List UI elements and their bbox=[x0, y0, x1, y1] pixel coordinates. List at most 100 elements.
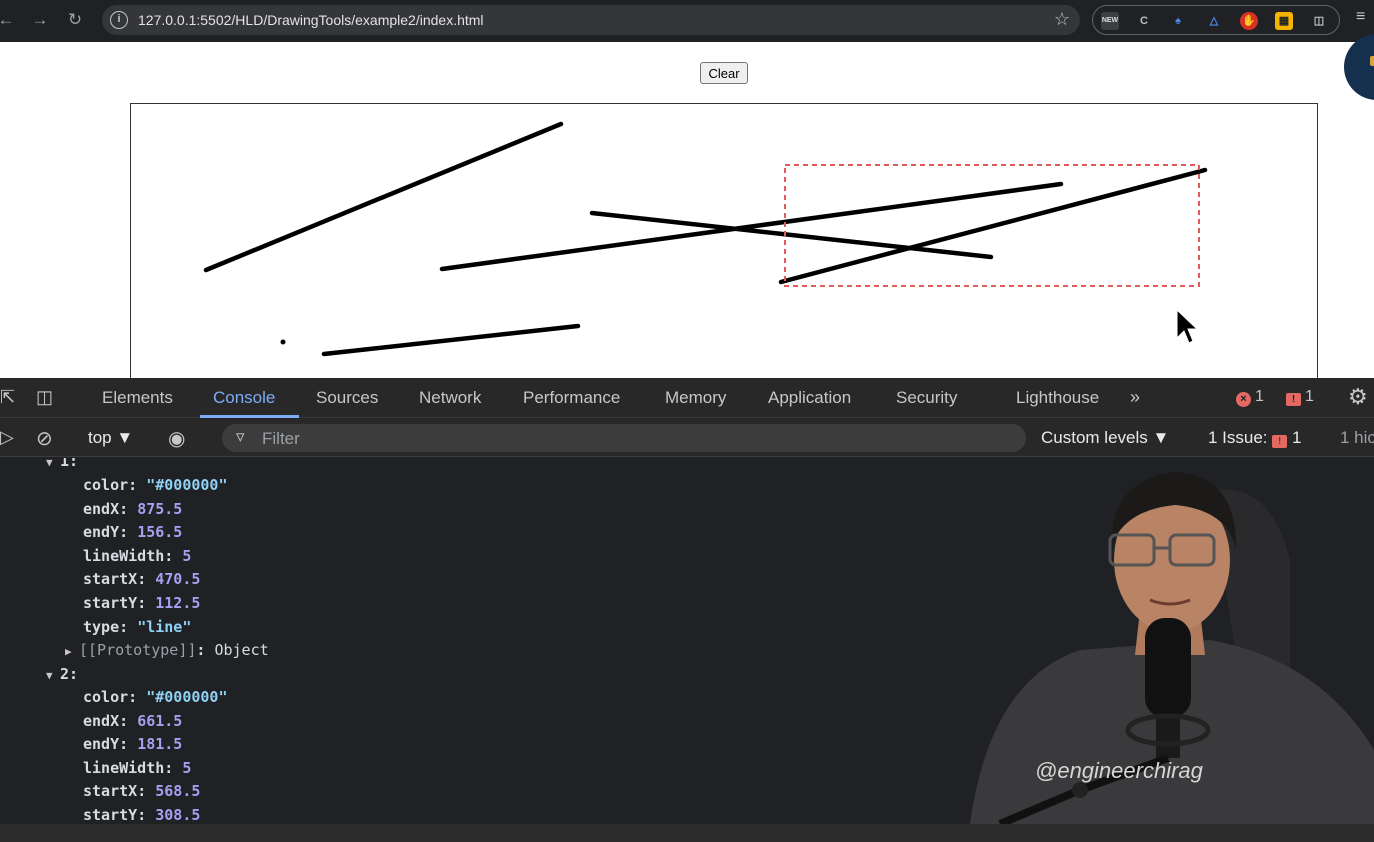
webcam-overlay: @engineerchirag bbox=[960, 450, 1374, 824]
extensions-area: NEW C ♠ △ ✋ ▦ ◫ bbox=[1092, 5, 1340, 35]
issue-counter[interactable]: ! 1 bbox=[1286, 388, 1314, 406]
expanded-triangle-icon[interactable]: ▼ bbox=[46, 458, 60, 469]
object-header[interactable]: ▼ 2: bbox=[46, 665, 78, 688]
web-page: Clear bbox=[0, 34, 1374, 393]
property-key: type bbox=[83, 618, 120, 636]
property-row: startX: 568.5 bbox=[83, 782, 201, 800]
property-key: startX bbox=[83, 570, 138, 588]
issues-count: 1 bbox=[1292, 428, 1302, 447]
issues-label: 1 Issue: bbox=[1208, 428, 1268, 447]
canvas-drawing bbox=[203, 121, 1208, 357]
settings-gear-icon[interactable]: ⚙ bbox=[1348, 384, 1368, 410]
expanded-triangle-icon[interactable]: ▼ bbox=[46, 669, 60, 682]
drawn-dot bbox=[280, 339, 286, 345]
browser-toolbar: ← → ↻ i 127.0.0.1:5502/HLD/DrawingTools/… bbox=[0, 0, 1374, 42]
property-key: endX bbox=[83, 500, 120, 518]
drawing-canvas[interactable] bbox=[130, 103, 1318, 393]
new-extension-icon[interactable]: NEW bbox=[1101, 12, 1119, 30]
property-key: startY bbox=[83, 594, 138, 612]
issue-flag-icon: ! bbox=[1286, 393, 1301, 406]
property-row: type: "line" bbox=[83, 618, 192, 636]
issue-count: 1 bbox=[1305, 388, 1314, 405]
hidden-count: 1 hic bbox=[1340, 428, 1374, 447]
tab-performance[interactable]: Performance bbox=[523, 388, 620, 408]
property-value: 308.5 bbox=[155, 806, 201, 824]
drawn-line bbox=[321, 323, 581, 357]
tab-network[interactable]: Network bbox=[419, 388, 481, 408]
bookmark-star-icon[interactable]: ☆ bbox=[1054, 9, 1070, 30]
property-row: endY: 181.5 bbox=[83, 735, 183, 753]
property-key: endY bbox=[83, 735, 120, 753]
property-value: "line" bbox=[137, 618, 192, 636]
tab-memory[interactable]: Memory bbox=[665, 388, 726, 408]
filter-icon: ▿ bbox=[236, 427, 245, 446]
menu-icon[interactable]: ≡ bbox=[1356, 8, 1365, 26]
hand-extension-icon[interactable]: ✋ bbox=[1240, 12, 1258, 30]
drawn-line bbox=[778, 167, 1208, 285]
filter-input[interactable]: ▿ Filter bbox=[222, 424, 1026, 452]
live-expression-eye-icon[interactable]: ◉ bbox=[168, 426, 185, 451]
property-row: color: "#000000" bbox=[83, 688, 228, 706]
property-row: startY: 112.5 bbox=[83, 594, 201, 612]
sidebar-toggle-icon[interactable]: ▷ bbox=[0, 427, 14, 448]
back-icon[interactable]: ← bbox=[0, 8, 18, 32]
property-value: 5 bbox=[182, 759, 192, 777]
tab-sources[interactable]: Sources bbox=[316, 388, 378, 408]
collapsed-triangle-icon[interactable]: ▶ bbox=[65, 645, 79, 658]
drive-extension-icon[interactable]: △ bbox=[1205, 12, 1223, 30]
tab-security[interactable]: Security bbox=[896, 388, 957, 408]
property-value: "#000000" bbox=[146, 476, 228, 494]
tab-elements[interactable]: Elements bbox=[102, 388, 173, 408]
property-row: endY: 156.5 bbox=[83, 523, 183, 541]
active-tab-indicator bbox=[200, 415, 299, 418]
property-key: startX bbox=[83, 782, 138, 800]
person-extension-icon[interactable]: ♠ bbox=[1169, 12, 1187, 30]
code-extension-icon[interactable]: C bbox=[1135, 12, 1153, 30]
site-info-icon[interactable]: i bbox=[110, 11, 128, 29]
tab-console[interactable]: Console bbox=[213, 388, 275, 408]
property-value: 875.5 bbox=[137, 500, 183, 518]
filter-placeholder: Filter bbox=[262, 429, 300, 448]
pattern-extension-icon[interactable]: ▦ bbox=[1275, 12, 1293, 30]
devtools-tabbar: ⇱ ◫ Elements Console Sources Network Per… bbox=[0, 378, 1374, 418]
tab-application[interactable]: Application bbox=[768, 388, 851, 408]
context-select[interactable]: top ▼ bbox=[88, 428, 133, 448]
prototype-row[interactable]: ▶ [[Prototype]]: Object bbox=[65, 641, 269, 664]
error-counter[interactable]: × 1 bbox=[1236, 388, 1264, 407]
property-value: 470.5 bbox=[155, 570, 201, 588]
property-value: 661.5 bbox=[137, 712, 183, 730]
forward-icon[interactable]: → bbox=[28, 8, 52, 32]
clear-button[interactable]: Clear bbox=[700, 62, 748, 84]
context-value: top bbox=[88, 428, 112, 447]
error-count: 1 bbox=[1255, 388, 1264, 405]
address-bar[interactable]: i 127.0.0.1:5502/HLD/DrawingTools/exampl… bbox=[102, 5, 1080, 35]
clear-console-icon[interactable]: ⊘ bbox=[36, 426, 53, 451]
property-row: color: "#000000" bbox=[83, 476, 228, 494]
device-toolbar-icon[interactable]: ◫ bbox=[36, 387, 53, 408]
profile-avatar[interactable] bbox=[1344, 34, 1374, 100]
log-levels-select[interactable]: Custom levels ▼ bbox=[1041, 428, 1169, 448]
property-row: lineWidth: 5 bbox=[83, 759, 192, 777]
puzzle-extensions-icon[interactable]: ◫ bbox=[1310, 12, 1328, 30]
property-value: 156.5 bbox=[137, 523, 183, 541]
object-header[interactable]: ▼ 1: bbox=[46, 458, 78, 475]
inspect-element-icon[interactable]: ⇱ bbox=[0, 387, 15, 408]
url-text[interactable]: 127.0.0.1:5502/HLD/DrawingTools/example2… bbox=[138, 12, 484, 28]
drawn-line bbox=[203, 121, 564, 273]
shirt-handle-text: @engineerchirag bbox=[1035, 758, 1204, 783]
property-row: endX: 875.5 bbox=[83, 500, 183, 518]
property-value: 5 bbox=[182, 547, 192, 565]
property-row: startY: 308.5 bbox=[83, 806, 201, 824]
property-value: 112.5 bbox=[155, 594, 201, 612]
object-index: 2: bbox=[60, 665, 79, 683]
tab-lighthouse[interactable]: Lighthouse bbox=[1016, 388, 1099, 408]
property-row: endX: 661.5 bbox=[83, 712, 183, 730]
property-row: lineWidth: 5 bbox=[83, 547, 192, 565]
property-key: startY bbox=[83, 806, 138, 824]
property-key: lineWidth bbox=[83, 759, 165, 777]
more-tabs-icon[interactable]: » bbox=[1130, 387, 1140, 408]
issues-link[interactable]: 1 Issue: ! 1 bbox=[1208, 428, 1301, 448]
property-key: lineWidth bbox=[83, 547, 165, 565]
property-key: endY bbox=[83, 523, 120, 541]
reload-icon[interactable]: ↻ bbox=[63, 8, 87, 32]
